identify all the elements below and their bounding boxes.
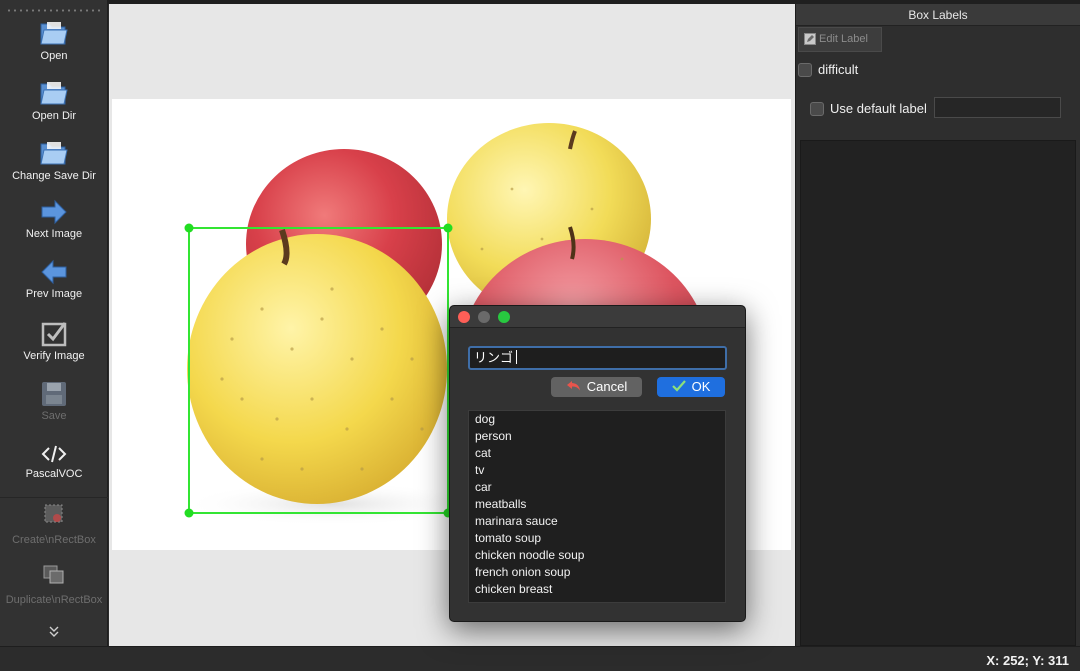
duplicate-rectbox-button-label: Duplicate\nRectBox xyxy=(5,594,103,606)
box-labels-dock: Box Labels Edit Label difficult Use defa… xyxy=(795,4,1080,646)
cursor-coordinates: X: 252; Y: 311 xyxy=(986,653,1069,668)
list-item[interactable]: tomato soup xyxy=(469,530,725,547)
label-dialog: リンゴ Cancel OK dog person cat tv car meat… xyxy=(449,305,746,622)
ok-button-label: OK xyxy=(691,379,711,394)
change-save-dir-button[interactable]: Change Save Dir xyxy=(0,138,108,182)
toolbar-separator xyxy=(0,497,108,498)
create-rect-icon xyxy=(44,504,63,523)
next-image-button[interactable]: Next Image xyxy=(0,198,108,240)
prev-image-button-label: Prev Image xyxy=(25,288,83,300)
arrow-right-icon xyxy=(41,199,67,225)
list-item[interactable]: tv xyxy=(469,462,725,479)
status-bar: X: 252; Y: 311 xyxy=(0,646,1080,671)
open-button-label: Open xyxy=(40,50,68,62)
label-text-input[interactable]: リンゴ xyxy=(468,346,727,370)
zoom-window-icon[interactable] xyxy=(498,311,510,323)
edit-label-button[interactable]: Edit Label xyxy=(798,27,882,52)
pascalvoc-button-label: PascalVOC xyxy=(25,468,83,480)
save-button[interactable]: Save xyxy=(0,380,108,422)
use-default-label-text: Use default label xyxy=(830,101,927,116)
list-item[interactable]: chicken breast xyxy=(469,581,725,598)
folder-icon xyxy=(40,22,68,45)
folder-icon xyxy=(40,82,68,105)
change-save-dir-button-label: Change Save Dir xyxy=(12,170,96,182)
ok-button[interactable]: OK xyxy=(657,377,725,397)
edit-label-text: Edit Label xyxy=(819,33,868,45)
predefined-labels-list[interactable]: dog person cat tv car meatballs marinara… xyxy=(468,410,726,603)
next-image-button-label: Next Image xyxy=(25,228,83,240)
save-button-label: Save xyxy=(41,410,67,422)
open-dir-button[interactable]: Open Dir xyxy=(0,78,108,122)
list-item[interactable]: dog xyxy=(469,411,725,428)
verify-image-button-label: Verify Image xyxy=(23,350,85,362)
left-toolbar: Open Open Dir Change Save Dir Next Image xyxy=(0,0,108,646)
list-item[interactable]: person xyxy=(469,428,725,445)
minimize-window-icon[interactable] xyxy=(478,311,490,323)
checkbox-icon xyxy=(41,322,67,347)
create-rectbox-button[interactable]: Create\nRectBox xyxy=(0,502,108,546)
difficult-checkbox[interactable]: difficult xyxy=(798,62,858,77)
cancel-button[interactable]: Cancel xyxy=(551,377,642,397)
text-caret xyxy=(516,350,518,364)
list-item[interactable]: cat xyxy=(469,445,725,462)
use-default-label-checkbox[interactable]: Use default label xyxy=(810,101,927,116)
label-text-input-value: リンゴ xyxy=(474,350,514,365)
close-window-icon[interactable] xyxy=(458,311,470,323)
chevron-double-down-icon xyxy=(49,626,59,637)
list-item[interactable]: chicken noodle soup xyxy=(469,547,725,564)
label-list[interactable] xyxy=(800,140,1076,646)
prev-image-button[interactable]: Prev Image xyxy=(0,258,108,300)
toolbar-grip[interactable] xyxy=(6,9,102,12)
undo-arrow-icon xyxy=(566,381,580,391)
cancel-button-label: Cancel xyxy=(586,379,628,394)
list-item[interactable]: marinara sauce xyxy=(469,513,725,530)
difficult-checkbox-box[interactable] xyxy=(798,62,812,77)
pascalvoc-button[interactable]: PascalVOC xyxy=(0,442,108,480)
open-button[interactable]: Open xyxy=(0,18,108,62)
code-tag-icon xyxy=(41,445,67,463)
arrow-left-icon xyxy=(41,259,67,285)
difficult-label: difficult xyxy=(818,62,859,77)
dialog-titlebar[interactable] xyxy=(450,306,745,328)
verify-image-button[interactable]: Verify Image xyxy=(0,320,108,362)
list-item[interactable]: meatballs xyxy=(469,496,725,513)
list-item[interactable]: french onion soup xyxy=(469,564,725,581)
toolbar-overflow-button[interactable] xyxy=(0,625,108,639)
checkmark-icon xyxy=(671,380,686,392)
use-default-label-checkbox-box[interactable] xyxy=(810,101,824,116)
folder-icon xyxy=(40,142,68,165)
edit-pencil-icon xyxy=(804,33,816,45)
default-label-input[interactable] xyxy=(934,97,1061,118)
floppy-disk-icon xyxy=(42,382,66,406)
duplicate-rectbox-button[interactable]: Duplicate\nRectBox xyxy=(0,564,108,606)
open-dir-button-label: Open Dir xyxy=(31,110,77,122)
dock-title: Box Labels xyxy=(796,4,1080,26)
labelimg-window: Open Open Dir Change Save Dir Next Image xyxy=(0,0,1080,671)
bounding-box[interactable] xyxy=(182,221,454,519)
duplicate-rect-icon xyxy=(43,565,64,584)
list-item[interactable]: car xyxy=(469,479,725,496)
create-rectbox-button-label: Create\nRectBox xyxy=(12,534,96,546)
